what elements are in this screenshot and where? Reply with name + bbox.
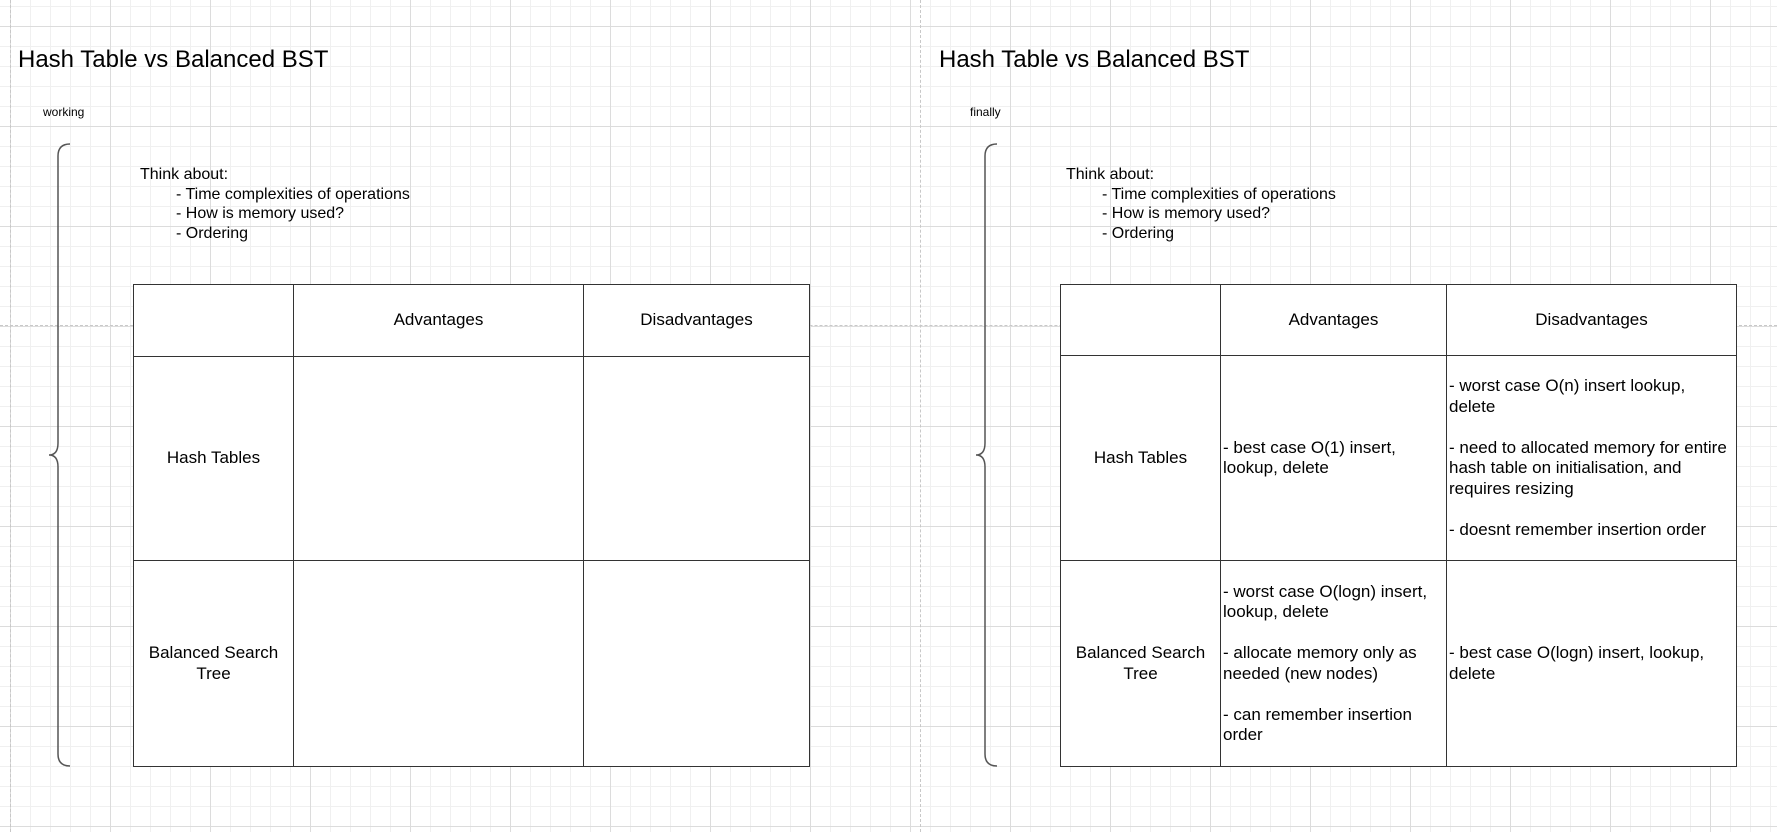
bst-disadvantages-cell[interactable] bbox=[583, 560, 810, 767]
advantage-item: - can remember insertion order bbox=[1223, 704, 1412, 745]
think-about-item: - Ordering bbox=[1102, 224, 1175, 242]
diagram-title[interactable]: Hash Table vs Balanced BST bbox=[939, 46, 1249, 74]
hash-tables-advantages-cell[interactable] bbox=[293, 356, 584, 561]
think-about-item: - Time complexities of operations bbox=[1102, 185, 1336, 203]
row-label-hash-tables[interactable]: Hash Tables bbox=[1060, 355, 1221, 561]
disadvantage-item: - doesnt remember insertion order bbox=[1449, 519, 1707, 539]
disadvantage-item: - best case O(logn) insert, lookup, dele… bbox=[1449, 643, 1705, 683]
row-label-balanced-search-tree[interactable]: Balanced Search Tree bbox=[1060, 560, 1221, 767]
disadvantage-item: - need to allocated memory for entire ha… bbox=[1449, 437, 1727, 498]
advantage-item: - allocate memory only as needed (new no… bbox=[1223, 643, 1417, 683]
header-cell-advantages[interactable]: Advantages bbox=[293, 284, 584, 357]
status-label[interactable]: finally bbox=[970, 105, 1001, 119]
hash-tables-advantages-cell[interactable]: - best case O(1) insert, lookup, delete bbox=[1220, 355, 1447, 561]
disadvantage-item: - worst case O(n) insert lookup, delete bbox=[1449, 376, 1686, 416]
comparison-table[interactable]: Advantages Disadvantages Hash Tables Bal… bbox=[133, 284, 810, 767]
diagram-panel-finally: Hash Table vs Balanced BST finally Think… bbox=[920, 0, 1777, 832]
bst-disadvantages-cell[interactable]: - best case O(logn) insert, lookup, dele… bbox=[1446, 560, 1737, 767]
row-label-hash-tables[interactable]: Hash Tables bbox=[133, 356, 294, 561]
think-about-item: - Time complexities of operations bbox=[176, 185, 410, 203]
think-about-item: - How is memory used? bbox=[1102, 205, 1271, 222]
think-about-heading: Think about: bbox=[1066, 166, 1155, 183]
advantage-item: - worst case O(logn) insert, lookup, del… bbox=[1223, 581, 1428, 622]
think-about-note[interactable]: Think about: - Time complexities of oper… bbox=[140, 165, 410, 243]
think-about-item: - How is memory used? bbox=[176, 205, 345, 222]
bst-advantages-cell[interactable]: - worst case O(logn) insert, lookup, del… bbox=[1220, 560, 1447, 767]
curly-brace-shape[interactable] bbox=[973, 142, 1003, 768]
advantage-item: - best case O(1) insert, lookup, delete bbox=[1223, 437, 1396, 478]
status-label[interactable]: working bbox=[43, 105, 84, 119]
diagram-panel-working: Hash Table vs Balanced BST working Think… bbox=[0, 0, 900, 832]
curly-brace-shape[interactable] bbox=[46, 142, 76, 768]
hash-tables-disadvantages-cell[interactable] bbox=[583, 356, 810, 561]
think-about-note[interactable]: Think about: - Time complexities of oper… bbox=[1066, 165, 1336, 243]
bst-advantages-cell[interactable] bbox=[293, 560, 584, 767]
hash-tables-disadvantages-cell[interactable]: - worst case O(n) insert lookup, delete … bbox=[1446, 355, 1737, 561]
header-cell-advantages[interactable]: Advantages bbox=[1220, 284, 1447, 356]
header-cell-empty[interactable] bbox=[133, 284, 294, 357]
think-about-heading: Think about: bbox=[140, 166, 229, 183]
header-cell-disadvantages[interactable]: Disadvantages bbox=[1446, 284, 1737, 356]
row-label-balanced-search-tree[interactable]: Balanced Search Tree bbox=[133, 560, 294, 767]
diagram-title[interactable]: Hash Table vs Balanced BST bbox=[18, 46, 328, 74]
comparison-table[interactable]: Advantages Disadvantages Hash Tables - b… bbox=[1060, 284, 1737, 767]
think-about-item: - Ordering bbox=[176, 224, 249, 242]
header-cell-disadvantages[interactable]: Disadvantages bbox=[583, 284, 810, 357]
header-cell-empty[interactable] bbox=[1060, 284, 1221, 356]
